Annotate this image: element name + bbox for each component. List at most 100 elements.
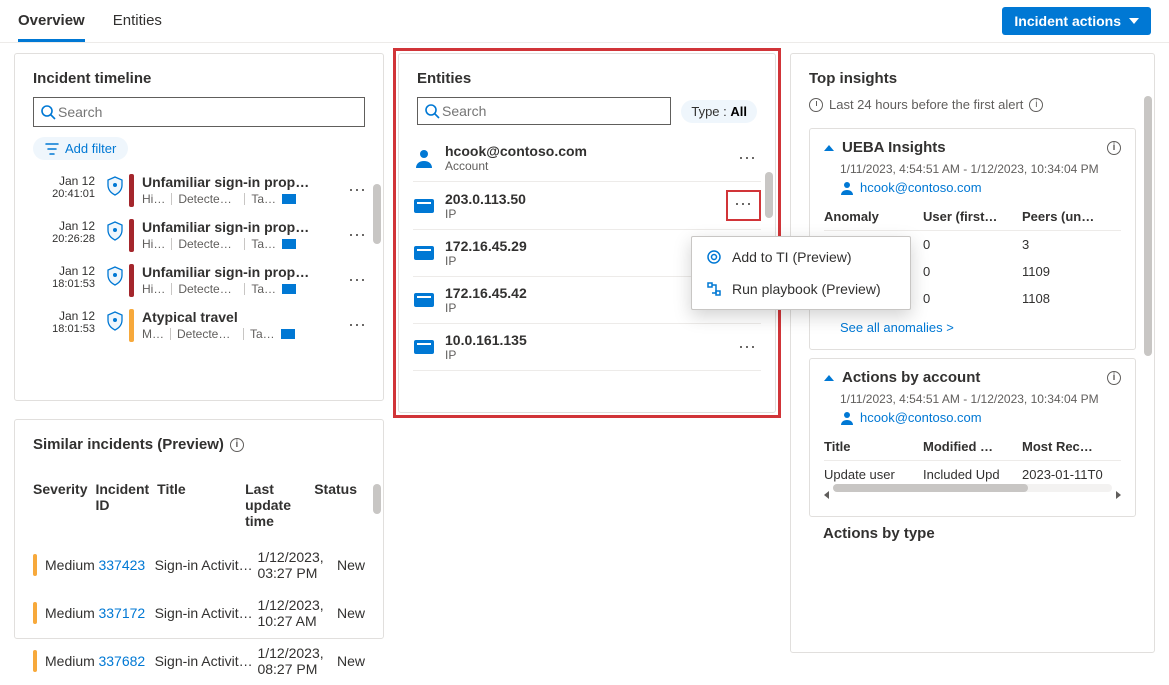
entity-more-button[interactable]: ⋯ <box>726 190 761 221</box>
tactic-icon <box>282 194 296 204</box>
scrollbar-thumb[interactable] <box>373 184 381 244</box>
entity-row[interactable]: 203.0.113.50 IP ⋯ <box>413 182 761 230</box>
type-filter-pill[interactable]: Type : All <box>681 100 757 123</box>
actions-col-title[interactable]: Title <box>824 439 923 454</box>
chevron-up-icon[interactable] <box>824 145 834 151</box>
scrollbar-thumb[interactable] <box>765 172 773 218</box>
search-icon <box>40 104 56 120</box>
col-severity[interactable]: Severity <box>33 481 95 529</box>
timeline-search-input[interactable] <box>56 102 358 122</box>
entity-row[interactable]: 10.0.161.135 IP ⋯ <box>413 324 761 371</box>
col-incident-id[interactable]: Incident ID <box>95 481 157 529</box>
tactic-icon <box>281 329 295 339</box>
entity-name: 10.0.161.135 <box>445 332 724 348</box>
person-icon <box>840 181 854 195</box>
timeline-row[interactable]: Jan 1220:26:28 Unfamiliar sign-in prop… … <box>45 215 371 260</box>
incident-status: New <box>337 557 365 573</box>
timeline-time: Jan 1218:01:53 <box>45 309 101 335</box>
entity-more-button[interactable]: ⋯ <box>734 144 761 173</box>
entities-search[interactable] <box>417 97 671 125</box>
severity-bar <box>33 554 37 576</box>
entities-card: Entities Type : All hcook@contoso.com Ac… <box>398 53 776 413</box>
col-updated[interactable]: Last update time <box>245 481 314 529</box>
info-icon[interactable]: i <box>230 438 244 452</box>
filter-icon <box>45 142 59 156</box>
more-actions-button[interactable]: ⋯ <box>344 309 371 342</box>
ip-icon <box>413 242 435 264</box>
entity-row[interactable]: hcook@contoso.com Account ⋯ <box>413 135 761 182</box>
actions-user-link[interactable]: hcook@contoso.com <box>840 410 1121 425</box>
playbook-icon <box>706 281 722 297</box>
add-filter-label: Add filter <box>65 141 116 156</box>
insights-timerange: Last 24 hours before the first alert <box>829 97 1023 112</box>
ip-icon <box>413 289 435 311</box>
actions-col-recent[interactable]: Most Rec… <box>1022 439 1121 454</box>
more-actions-button[interactable]: ⋯ <box>344 264 371 297</box>
scrollbar-thumb[interactable] <box>1144 96 1152 356</box>
person-icon <box>413 147 435 169</box>
timeline-title: Incident timeline <box>15 54 383 97</box>
tactic-icon <box>282 239 296 249</box>
see-all-anomalies-link[interactable]: See all anomalies > <box>840 320 1121 335</box>
severity-bar <box>129 264 134 297</box>
entity-type: IP <box>445 207 716 221</box>
search-icon <box>424 103 440 119</box>
hscroll-thumb[interactable] <box>833 484 1028 492</box>
incident-actions-button[interactable]: Incident actions <box>1002 7 1151 35</box>
incident-title: Sign-in Activity from Suspicious … <box>155 557 258 573</box>
incident-id-link[interactable]: 337682 <box>98 653 154 669</box>
incident-status: New <box>337 605 365 621</box>
ctx-add-to-ti[interactable]: Add to TI (Preview) <box>692 241 910 273</box>
entity-name: 172.16.45.42 <box>445 285 724 301</box>
table-row[interactable]: Medium 337423 Sign-in Activity from Susp… <box>33 541 365 589</box>
shield-icon <box>105 311 125 331</box>
similar-title: Similar incidents (Preview) i <box>15 420 383 463</box>
table-row[interactable]: Medium 337682 Sign-in Activity from Susp… <box>33 637 365 685</box>
severity-bar <box>33 602 37 624</box>
type-value: All <box>730 104 747 119</box>
ctx-run-playbook[interactable]: Run playbook (Preview) <box>692 273 910 305</box>
more-actions-button[interactable]: ⋯ <box>344 174 371 207</box>
entity-context-menu: Add to TI (Preview) Run playbook (Previe… <box>691 236 911 310</box>
entities-title: Entities <box>399 54 775 97</box>
add-filter-button[interactable]: Add filter <box>33 137 128 160</box>
table-row[interactable]: Medium 337172 Sign-in Activity from Susp… <box>33 589 365 637</box>
severity-bar <box>33 650 37 672</box>
entity-more-button[interactable]: ⋯ <box>734 333 761 362</box>
ueba-col-anomaly[interactable]: Anomaly <box>824 209 923 224</box>
scroll-left-icon[interactable] <box>824 491 829 499</box>
col-title[interactable]: Title <box>157 481 245 529</box>
tab-overview[interactable]: Overview <box>18 6 85 42</box>
info-icon[interactable]: i <box>1029 98 1043 112</box>
incident-updated: 1/12/2023, 10:27 AM <box>257 597 337 629</box>
timeline-row[interactable]: Jan 1218:01:53 Unfamiliar sign-in prop… … <box>45 260 371 305</box>
actions-col-modified[interactable]: Modified … <box>923 439 1022 454</box>
timeline-row[interactable]: Jan 1218:01:53 Atypical travel M… Detect… <box>45 305 371 350</box>
entities-search-input[interactable] <box>440 102 664 120</box>
incident-id-link[interactable]: 337423 <box>98 557 154 573</box>
tab-entities[interactable]: Entities <box>113 6 162 42</box>
target-icon <box>706 249 722 265</box>
more-actions-button[interactable]: ⋯ <box>344 219 371 252</box>
info-icon[interactable]: i <box>1107 371 1121 385</box>
top-insights-card: Top insights Last 24 hours before the fi… <box>790 53 1155 653</box>
ueba-daterange: 1/11/2023, 4:54:51 AM - 1/12/2023, 10:34… <box>840 162 1121 176</box>
tactic-icon <box>282 284 296 294</box>
ueba-col-peers[interactable]: Peers (un… <box>1022 209 1121 224</box>
timeline-time: Jan 1218:01:53 <box>45 264 101 290</box>
scrollbar-thumb[interactable] <box>373 484 381 514</box>
info-icon[interactable]: i <box>1107 141 1121 155</box>
chevron-down-icon <box>1129 18 1139 24</box>
scroll-right-icon[interactable] <box>1116 491 1121 499</box>
ueba-col-user[interactable]: User (first… <box>923 209 1022 224</box>
timeline-item-title: Unfamiliar sign-in prop… <box>142 219 344 235</box>
chevron-up-icon[interactable] <box>824 375 834 381</box>
incident-id-link[interactable]: 337172 <box>98 605 154 621</box>
col-status[interactable]: Status <box>314 481 365 529</box>
timeline-search[interactable] <box>33 97 365 127</box>
severity-bar <box>129 174 134 207</box>
clock-icon <box>809 98 823 112</box>
timeline-row[interactable]: Jan 1220:41:01 Unfamiliar sign-in prop… … <box>45 170 371 215</box>
shield-icon <box>105 176 125 196</box>
ueba-user-link[interactable]: hcook@contoso.com <box>840 180 1121 195</box>
